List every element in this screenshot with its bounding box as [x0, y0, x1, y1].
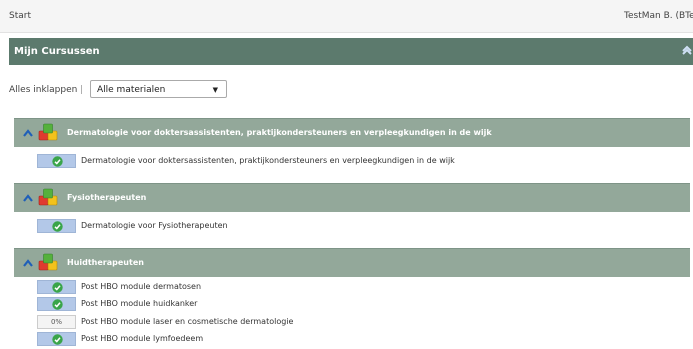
check-icon [52, 282, 63, 293]
collapse-group-icon[interactable] [22, 193, 34, 203]
course-name[interactable]: Dermatologie voor Fysiotherapeuten [81, 221, 228, 230]
group-title: Huidtherapeuten [67, 258, 144, 267]
collapse-all-link[interactable]: Alles inklappen [9, 85, 77, 95]
status-badge [37, 280, 76, 294]
group-title: Fysiotherapeuten [67, 193, 147, 202]
filter-separator: | [80, 85, 84, 95]
collapse-group-icon[interactable] [22, 128, 34, 138]
collapse-group-icon[interactable] [22, 258, 34, 268]
check-icon [52, 334, 63, 345]
group-header-huidtherapeuten[interactable]: Huidtherapeuten [14, 248, 690, 277]
course-name[interactable]: Post HBO module laser en cosmetische der… [81, 317, 293, 326]
course-name[interactable]: Dermatologie voor doktersassistenten, pr… [81, 156, 455, 165]
material-select-value: Alle materialen [97, 85, 166, 95]
group-header-dermatologie[interactable]: Dermatologie voor doktersassistenten, pr… [14, 118, 690, 147]
group-header-fysiotherapeuten[interactable]: Fysiotherapeuten [14, 183, 690, 212]
collapse-panel-icon[interactable] [681, 44, 693, 56]
status-badge [37, 297, 76, 311]
course-group-icon [38, 253, 58, 271]
status-badge [37, 154, 76, 168]
course-name[interactable]: Post HBO module dermatosen [81, 282, 201, 291]
panel-title: Mijn Cursussen [14, 46, 100, 57]
start-link[interactable]: Start [9, 11, 31, 21]
check-icon [52, 221, 63, 232]
course-group-icon [38, 188, 58, 206]
course-name[interactable]: Post HBO module huidkanker [81, 299, 197, 308]
chevron-down-icon: ▼ [212, 86, 218, 94]
material-select[interactable]: Alle materialen ▼ [90, 80, 227, 98]
my-courses-header: Mijn Cursussen [9, 38, 693, 65]
progress-badge: 0% [37, 315, 76, 329]
check-icon [52, 156, 63, 167]
group-title: Dermatologie voor doktersassistenten, pr… [67, 128, 492, 137]
course-group-icon [38, 123, 58, 141]
status-badge [37, 219, 76, 233]
check-icon [52, 299, 63, 310]
status-badge [37, 332, 76, 346]
top-bar: Start TestMan B. (BTe [0, 0, 693, 33]
user-name[interactable]: TestMan B. (BTe [624, 11, 693, 21]
progress-label: 0% [50, 318, 63, 326]
course-name[interactable]: Post HBO module lymfoedeem [81, 334, 203, 343]
